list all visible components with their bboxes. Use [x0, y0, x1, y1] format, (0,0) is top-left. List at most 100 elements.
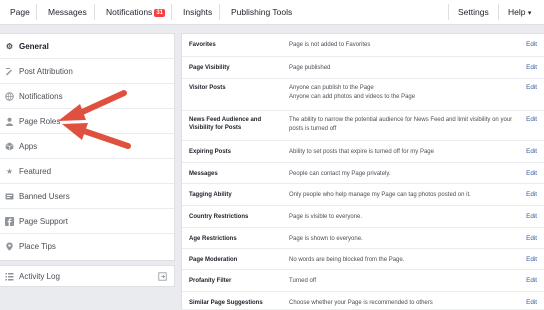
nav-notifications-label: Notifications — [106, 7, 153, 17]
gear-icon: ⚙ — [5, 42, 14, 51]
setting-value: Anyone can publish to the Page Anyone ca… — [289, 85, 416, 100]
sidebar-item-place-tips[interactable]: Place Tips — [0, 234, 174, 259]
star-icon: ★ — [5, 167, 14, 176]
sidebar-item-label: Place Tips — [19, 242, 56, 251]
table-row: News Feed Audience and Visibility for Po… — [182, 111, 544, 141]
setting-value: The ability to narrow the potential audi… — [289, 117, 513, 132]
sidebar-item-label: Activity Log — [19, 272, 60, 281]
setting-label: Visitor Posts — [189, 85, 226, 91]
edit-link[interactable]: Edit — [526, 41, 537, 49]
sidebar-item-activity-log[interactable]: Activity Log — [0, 266, 174, 287]
table-row: Similar Page Suggestions Choose whether … — [182, 292, 544, 310]
table-row: Profanity Filter Turned off Edit — [182, 270, 544, 292]
setting-label: Similar Page Suggestions — [189, 300, 263, 306]
setting-label: Page Moderation — [189, 257, 238, 263]
settings-sidebar: ⚙ General Post Attribution Notifications… — [0, 33, 175, 261]
sidebar-item-featured[interactable]: ★ Featured — [0, 159, 174, 184]
sidebar-item-page-roles[interactable]: Page Roles — [0, 109, 174, 134]
setting-value: Only people who help manage my Page can … — [289, 192, 471, 198]
setting-value: Page is visible to everyone. — [289, 214, 363, 220]
nav-notifications[interactable]: Notifications 31 — [106, 0, 165, 24]
sidebar-item-label: Notifications — [19, 92, 63, 101]
general-settings-table: Favorites Page is not added to Favorites… — [181, 33, 544, 309]
table-row: Age Restrictions Page is shown to everyo… — [182, 228, 544, 249]
edit-link[interactable]: Edit — [526, 213, 537, 221]
setting-value: Page published — [289, 65, 331, 71]
setting-value: Ability to set posts that expire is turn… — [289, 149, 434, 155]
setting-value: People can contact my Page privately. — [289, 171, 391, 177]
setting-label: Country Restrictions — [189, 214, 249, 220]
nav-divider — [171, 4, 172, 20]
table-row: Favorites Page is not added to Favorites… — [182, 34, 544, 57]
facebook-icon — [5, 217, 14, 226]
edit-link[interactable]: Edit — [526, 235, 537, 243]
nav-divider — [94, 4, 95, 20]
globe-icon — [5, 92, 14, 101]
location-pin-icon — [5, 242, 14, 251]
nav-publishing-tools[interactable]: Publishing Tools — [231, 0, 292, 24]
edit-link[interactable]: Edit — [526, 84, 537, 92]
nav-settings[interactable]: Settings — [458, 0, 489, 24]
table-row: Visitor Posts Anyone can publish to the … — [182, 79, 544, 111]
activity-log-panel: Activity Log — [0, 265, 175, 287]
banned-users-icon — [5, 192, 14, 201]
external-link-icon — [158, 272, 167, 281]
edit-link[interactable]: Edit — [526, 170, 537, 178]
table-row: Messages People can contact my Page priv… — [182, 163, 544, 184]
sidebar-item-page-support[interactable]: Page Support — [0, 209, 174, 234]
edit-link[interactable]: Edit — [526, 116, 537, 124]
sidebar-item-label: Apps — [19, 142, 38, 151]
setting-value: No words are being blocked from the Page… — [289, 257, 405, 263]
top-navigation-bar: Page Messages Notifications 31 Insights P… — [0, 0, 544, 25]
edit-link[interactable]: Edit — [526, 299, 537, 307]
setting-label: Favorites — [189, 42, 216, 48]
setting-label: News Feed Audience and Visibility for Po… — [189, 117, 262, 131]
post-attribution-icon — [5, 67, 14, 76]
sidebar-item-label: General — [19, 42, 49, 51]
setting-value: Choose whether your Page is recommended … — [289, 300, 433, 306]
table-row: Page Moderation No words are being block… — [182, 249, 544, 270]
setting-value: Turned off — [289, 278, 317, 284]
sidebar-item-notifications[interactable]: Notifications — [0, 84, 174, 109]
nav-page[interactable]: Page — [10, 0, 30, 24]
table-row: Expiring Posts Ability to set posts that… — [182, 141, 544, 163]
sidebar-item-apps[interactable]: Apps — [0, 134, 174, 159]
setting-label: Expiring Posts — [189, 149, 232, 155]
setting-label: Profanity Filter — [189, 278, 232, 284]
person-icon — [5, 117, 14, 126]
nav-divider — [219, 4, 220, 20]
table-row: Country Restrictions Page is visible to … — [182, 206, 544, 228]
edit-link[interactable]: Edit — [526, 148, 537, 156]
setting-label: Page Visibility — [189, 65, 230, 71]
setting-value: Page is shown to everyone. — [289, 236, 363, 242]
nav-divider — [448, 4, 449, 20]
chevron-down-icon: ▾ — [527, 10, 532, 17]
setting-label: Tagging Ability — [189, 192, 232, 198]
notifications-count-badge: 31 — [154, 9, 165, 17]
nav-divider — [36, 4, 37, 20]
nav-divider — [498, 4, 499, 20]
table-row: Tagging Ability Only people who help man… — [182, 184, 544, 206]
nav-help[interactable]: Help ▾ — [508, 0, 531, 24]
nav-help-label: Help — [508, 7, 526, 17]
setting-label: Messages — [189, 171, 218, 177]
sidebar-item-label: Page Support — [19, 217, 68, 226]
list-icon — [5, 272, 14, 281]
sidebar-item-label: Page Roles — [19, 117, 61, 126]
edit-link[interactable]: Edit — [526, 256, 537, 264]
edit-link[interactable]: Edit — [526, 64, 537, 72]
edit-link[interactable]: Edit — [526, 277, 537, 285]
sidebar-item-label: Post Attribution — [19, 67, 73, 76]
setting-label: Age Restrictions — [189, 236, 237, 242]
apps-cube-icon — [5, 142, 14, 151]
sidebar-item-general[interactable]: ⚙ General — [0, 34, 174, 59]
sidebar-item-label: Featured — [19, 167, 52, 176]
sidebar-item-banned-users[interactable]: Banned Users — [0, 184, 174, 209]
sidebar-item-post-attribution[interactable]: Post Attribution — [0, 59, 174, 84]
nav-insights[interactable]: Insights — [183, 0, 212, 24]
sidebar-item-label: Banned Users — [19, 192, 70, 201]
setting-value: Page is not added to Favorites — [289, 42, 371, 48]
edit-link[interactable]: Edit — [526, 191, 537, 199]
table-row: Page Visibility Page published Edit — [182, 57, 544, 79]
nav-messages[interactable]: Messages — [48, 0, 87, 24]
